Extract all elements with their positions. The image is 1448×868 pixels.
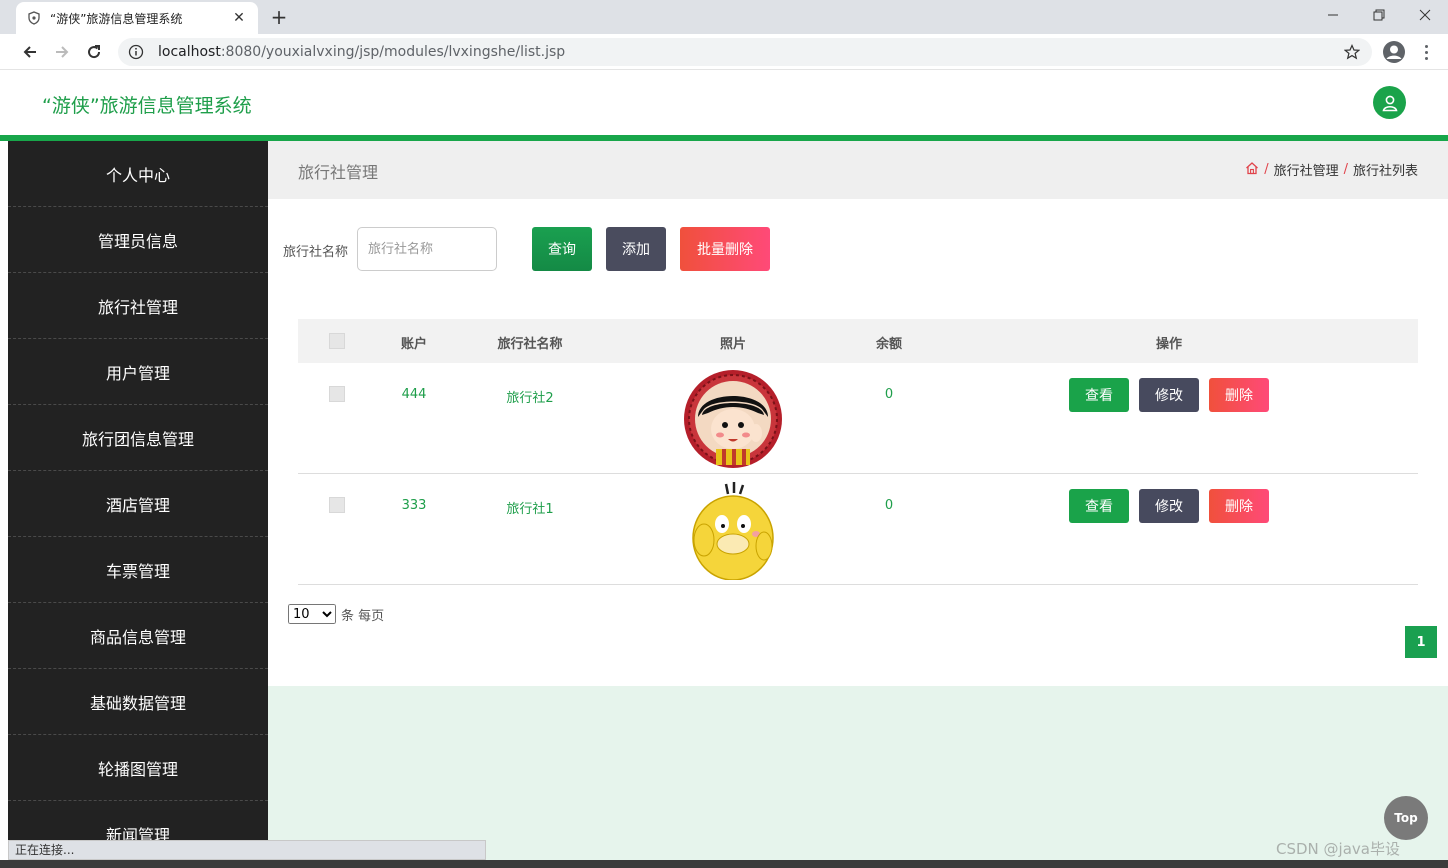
info-icon[interactable]: [128, 44, 144, 60]
pagination-page-1[interactable]: 1: [1405, 626, 1437, 658]
col-agency-name: 旅行社名称: [497, 337, 563, 352]
view-button[interactable]: 查看: [1069, 378, 1129, 412]
breadcrumb-separator: /: [1264, 162, 1269, 177]
url-field[interactable]: localhost:8080/youxialvxing/jsp/modules/…: [118, 38, 1372, 66]
agency-name-search-input[interactable]: [357, 227, 497, 271]
per-page-label: 条 每页: [341, 608, 385, 624]
sidebar-item-users[interactable]: 用户管理: [8, 339, 268, 405]
agency-photo-cartoon-girl: [682, 369, 784, 469]
url-path: :8080/youxialvxing/jsp/modules/lvxingshe…: [220, 44, 566, 60]
sidebar-item-hotels[interactable]: 酒店管理: [8, 471, 268, 537]
browser-status-bar: 正在连接...: [8, 840, 486, 860]
col-actions: 操作: [1155, 337, 1182, 352]
table-row: 444 旅行社2 0 查看 修改 删除: [298, 363, 1418, 474]
breadcrumb: / 旅行社管理 / 旅行社列表: [1245, 160, 1418, 179]
cell-balance: 0: [884, 498, 894, 513]
sidebar-item-personal-center[interactable]: 个人中心: [8, 141, 268, 207]
edit-button[interactable]: 修改: [1139, 378, 1199, 412]
row-checkbox[interactable]: [329, 386, 345, 402]
query-button[interactable]: 查询: [532, 227, 592, 271]
sidebar: 个人中心 管理员信息 旅行社管理 用户管理 旅行团信息管理 酒店管理 车票管理 …: [8, 141, 268, 868]
delete-button[interactable]: 删除: [1209, 378, 1269, 412]
breadcrumb-item[interactable]: 旅行社管理: [1274, 160, 1339, 179]
app-header: “游侠”旅游信息管理系统: [0, 71, 1448, 135]
edit-button[interactable]: 修改: [1139, 489, 1199, 523]
sidebar-item-tickets[interactable]: 车票管理: [8, 537, 268, 603]
add-button[interactable]: 添加: [606, 227, 666, 271]
app-title: “游侠”旅游信息管理系统: [42, 95, 252, 117]
url-text: localhost:8080/youxialvxing/jsp/modules/…: [158, 44, 565, 60]
sidebar-item-admin-info[interactable]: 管理员信息: [8, 207, 268, 273]
agency-photo-yellow-duck: [682, 480, 784, 581]
user-icon[interactable]: [1373, 86, 1406, 119]
bookmark-star-icon[interactable]: [1343, 44, 1361, 60]
browser-tab-bar: “游侠”旅游信息管理系统 ✕ +: [0, 0, 1448, 34]
watermark: CSDN @java毕设: [1276, 840, 1400, 858]
cell-account: 444: [401, 387, 427, 402]
breadcrumb-item: 旅行社列表: [1352, 164, 1418, 179]
cell-agency-name: 旅行社2: [506, 391, 554, 406]
tab-close-icon[interactable]: ✕: [230, 10, 248, 26]
agency-table: 账户 旅行社名称 照片 余额 操作 444 旅行社2 0 查看 修改 删除 33…: [298, 319, 1418, 585]
view-button[interactable]: 查看: [1069, 489, 1129, 523]
address-bar: localhost:8080/youxialvxing/jsp/modules/…: [0, 34, 1448, 70]
page-title: 旅行社管理: [298, 163, 379, 182]
browser-tab[interactable]: “游侠”旅游信息管理系统 ✕: [16, 2, 258, 34]
minimize-icon[interactable]: [1310, 0, 1356, 30]
table-header: 账户 旅行社名称 照片 余额 操作: [298, 319, 1418, 363]
col-photo: 照片: [719, 337, 746, 352]
delete-button[interactable]: 删除: [1209, 489, 1269, 523]
browser-menu-icon[interactable]: [1418, 40, 1434, 64]
new-tab-button[interactable]: +: [268, 6, 290, 28]
close-window-icon[interactable]: [1402, 0, 1448, 30]
reload-icon[interactable]: [82, 40, 106, 64]
cell-balance: 0: [884, 387, 894, 402]
breadcrumb-separator: /: [1343, 162, 1348, 177]
back-icon[interactable]: [18, 40, 42, 64]
sidebar-item-products[interactable]: 商品信息管理: [8, 603, 268, 669]
cell-agency-name: 旅行社1: [506, 502, 554, 517]
select-all-checkbox[interactable]: [329, 333, 345, 349]
profile-icon[interactable]: [1382, 40, 1406, 64]
table-row: 333 旅行社1 0 查看 修改 删除: [298, 474, 1418, 585]
home-icon[interactable]: [1245, 161, 1259, 179]
main-content: 旅行社管理 / 旅行社管理 / 旅行社列表 旅行社名称 查询 添加 批量删除 账…: [268, 141, 1448, 868]
col-balance: 余额: [875, 337, 902, 352]
shield-icon: [26, 10, 42, 26]
sidebar-item-carousel[interactable]: 轮播图管理: [8, 735, 268, 801]
col-account: 账户: [400, 337, 427, 352]
sidebar-item-travel-agency[interactable]: 旅行社管理: [8, 273, 268, 339]
forward-icon[interactable]: [50, 40, 74, 64]
list-panel: 旅行社名称 查询 添加 批量删除 账户 旅行社名称 照片 余额 操作 444 旅…: [268, 199, 1448, 686]
tab-title: “游侠”旅游信息管理系统: [50, 11, 183, 26]
page-size-select[interactable]: 10: [288, 604, 336, 624]
sidebar-item-tour-groups[interactable]: 旅行团信息管理: [8, 405, 268, 471]
page-size-control: 10 条 每页: [288, 604, 384, 624]
back-to-top-button[interactable]: Top: [1384, 796, 1428, 840]
bottom-strip: [0, 860, 1448, 868]
cell-account: 333: [401, 498, 427, 513]
sidebar-item-base-data[interactable]: 基础数据管理: [8, 669, 268, 735]
search-label: 旅行社名称: [283, 245, 349, 260]
page-header: 旅行社管理 / 旅行社管理 / 旅行社列表: [268, 141, 1448, 199]
batch-delete-button[interactable]: 批量删除: [680, 227, 770, 271]
row-checkbox[interactable]: [329, 497, 345, 513]
restore-icon[interactable]: [1356, 0, 1402, 30]
url-host: localhost: [158, 44, 221, 60]
